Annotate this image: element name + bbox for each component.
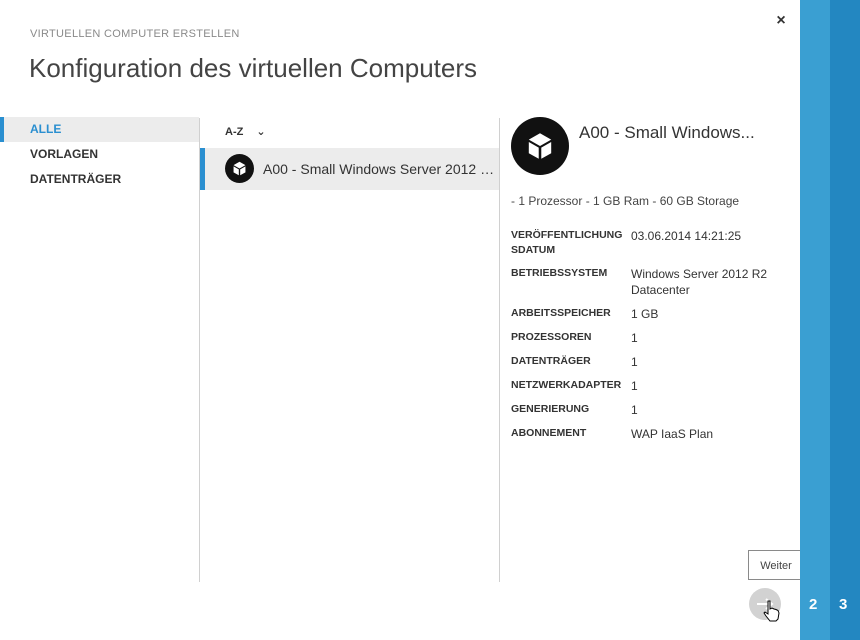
chevron-down-icon: ⌄	[256, 126, 266, 138]
list-item-label: A00 - Small Windows Server 2012 R...	[263, 161, 495, 177]
property-value: Windows Server 2012 R2 Datacenter	[631, 267, 768, 297]
wizard-step-2[interactable]: 2	[809, 596, 817, 613]
wizard-rail-step-2	[800, 0, 830, 640]
dialog-overline: VIRTUELLEN COMPUTER ERSTELLEN	[30, 28, 240, 40]
property-value: 03.06.2014 14:21:25	[631, 229, 742, 243]
property-row: GENERIERUNG 1	[511, 402, 771, 418]
property-value: 1	[631, 355, 638, 369]
property-row: PROZESSOREN 1	[511, 330, 771, 346]
detail-summary: - 1 Prozessor - 1 GB Ram - 60 GB Storage	[511, 194, 740, 208]
property-key: GENERIERUNG	[511, 403, 590, 415]
property-value: 1 GB	[631, 307, 659, 321]
detail-title: A00 - Small Windows...	[579, 123, 755, 142]
category-nav: ALLE VORLAGEN DATENTRÄGER	[0, 117, 199, 192]
nav-item-label: ALLE	[30, 122, 62, 136]
close-button[interactable]: ×	[772, 12, 790, 30]
nav-item-alle[interactable]: ALLE	[0, 117, 199, 142]
property-row: NETZWERKADAPTER 1	[511, 378, 771, 394]
cube-icon	[511, 117, 569, 175]
property-row: DATENTRÄGER 1	[511, 354, 771, 370]
property-key: DATENTRÄGER	[511, 355, 591, 367]
divider	[499, 118, 500, 582]
property-row: BETRIEBSSYSTEM Windows Server 2012 R2 Da…	[511, 266, 771, 298]
hand-cursor-icon	[763, 600, 780, 622]
property-value: WAP IaaS Plan	[631, 427, 714, 441]
cube-icon	[225, 154, 254, 183]
property-key: ABONNEMENT	[511, 427, 587, 439]
property-key: BETRIEBSSYSTEM	[511, 267, 608, 279]
property-row: ARBEITSSPEICHER 1 GB	[511, 306, 771, 322]
property-list: VERÖFFENTLICHUNG SDATUM 03.06.2014 14:21…	[511, 228, 771, 450]
property-key: PROZESSOREN	[511, 331, 592, 343]
property-row: ABONNEMENT WAP IaaS Plan	[511, 426, 771, 442]
nav-item-label: VORLAGEN	[30, 147, 99, 161]
property-value: 1	[631, 403, 638, 417]
nav-item-vorlagen[interactable]: VORLAGEN	[0, 142, 199, 167]
property-key: ARBEITSSPEICHER	[511, 307, 611, 319]
nav-item-label: DATENTRÄGER	[30, 172, 122, 186]
nav-item-datentraeger[interactable]: DATENTRÄGER	[0, 167, 199, 192]
property-row: VERÖFFENTLICHUNG SDATUM 03.06.2014 14:21…	[511, 228, 771, 258]
property-key: VERÖFFENTLICHUNG SDATUM	[511, 229, 623, 256]
sort-dropdown[interactable]: A-Z ⌄	[225, 125, 266, 138]
list-item[interactable]: A00 - Small Windows Server 2012 R...	[200, 148, 499, 190]
create-vm-dialog: VIRTUELLEN COMPUTER ERSTELLEN Konfigurat…	[0, 0, 804, 640]
next-tooltip: Weiter	[748, 550, 804, 580]
property-key: NETZWERKADAPTER	[511, 379, 622, 391]
wizard-step-3[interactable]: 3	[839, 596, 847, 613]
page-title: Konfiguration des virtuellen Computers	[29, 53, 478, 83]
sort-label: A-Z	[225, 126, 244, 138]
wizard-rail-step-3	[830, 0, 860, 640]
property-value: 1	[631, 379, 638, 393]
selection-indicator	[200, 148, 205, 190]
property-value: 1	[631, 331, 638, 345]
